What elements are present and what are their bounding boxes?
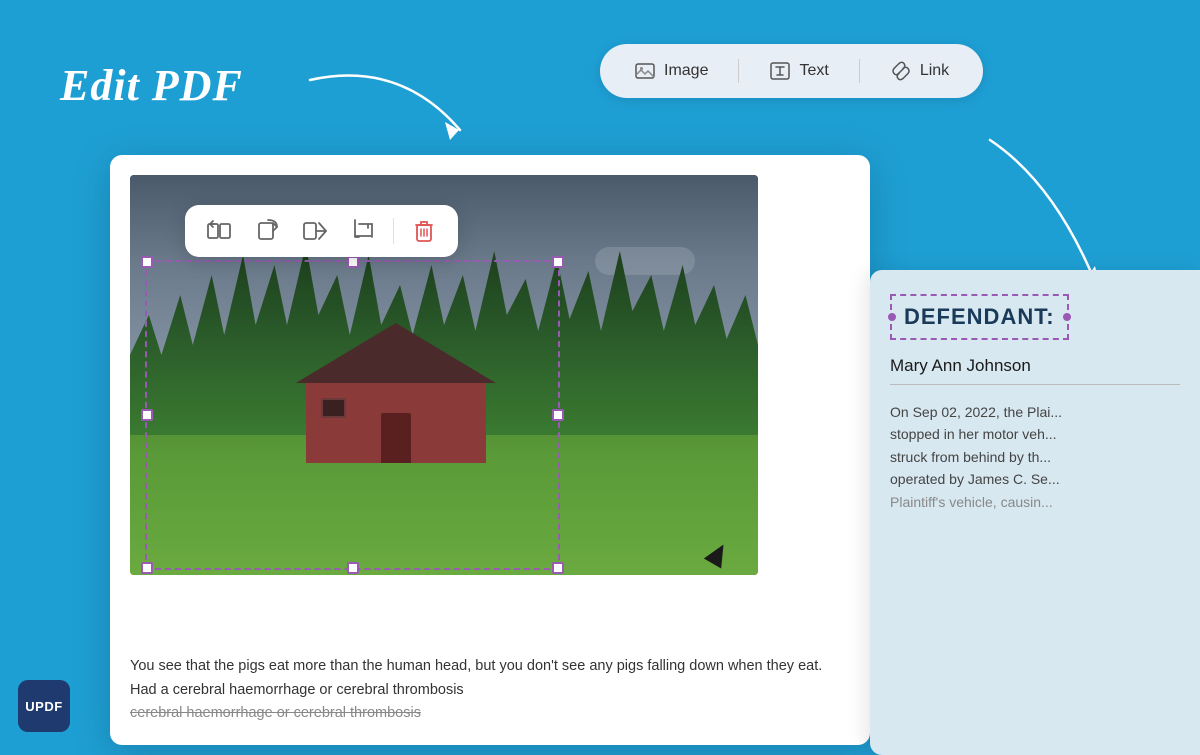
toolbar-link-button[interactable]: Link [880, 54, 959, 88]
page-title: Edit PDF [60, 60, 243, 111]
legal-text-fade: Plaintiff's vehicle, causin... [890, 494, 1053, 510]
defendant-name: Mary Ann Johnson [890, 356, 1180, 385]
toolbar-image-label: Image [664, 62, 708, 80]
toolbar-text-label: Text [799, 62, 828, 80]
pdf-body-text: You see that the pigs eat more than the … [130, 655, 850, 725]
replace-button[interactable] [201, 213, 237, 249]
link-icon [890, 60, 912, 82]
toolbar-separator-2 [859, 59, 860, 83]
right-panel: DEFENDANT: Mary Ann Johnson On Sep 02, 2… [870, 270, 1200, 755]
barn-door [381, 413, 411, 463]
extract-button[interactable] [297, 213, 333, 249]
barn [306, 333, 486, 463]
image-icon [634, 60, 656, 82]
toolbar-link-label: Link [920, 62, 949, 80]
barn-window [321, 398, 346, 418]
toolbar-text-button[interactable]: Text [759, 54, 838, 88]
pdf-image[interactable] [130, 175, 758, 575]
toolbar: Image Text Link [600, 44, 983, 98]
defendant-label: DEFENDANT: [904, 304, 1055, 329]
image-toolbar [185, 205, 458, 257]
rotate-right-button[interactable] [249, 213, 285, 249]
defendant-handle-left[interactable] [888, 313, 896, 321]
crop-button[interactable] [345, 213, 381, 249]
defendant-handle-right[interactable] [1063, 313, 1071, 321]
defendant-box: DEFENDANT: [890, 294, 1069, 340]
toolbar-divider [393, 218, 394, 244]
pdf-card: You see that the pigs eat more than the … [110, 155, 870, 745]
cloud-3 [595, 247, 695, 275]
updf-logo[interactable]: UPDF [18, 680, 70, 732]
delete-button[interactable] [406, 213, 442, 249]
pdf-text-content: You see that the pigs eat more than the … [130, 658, 822, 697]
legal-text: On Sep 02, 2022, the Plai... stopped in … [890, 401, 1180, 513]
barn-body [306, 383, 486, 463]
toolbar-image-button[interactable]: Image [624, 54, 718, 88]
toolbar-separator-1 [738, 59, 739, 83]
pdf-strikethrough-text: cerebral haemorrhage or cerebral thrombo… [130, 705, 421, 721]
text-icon [769, 60, 791, 82]
